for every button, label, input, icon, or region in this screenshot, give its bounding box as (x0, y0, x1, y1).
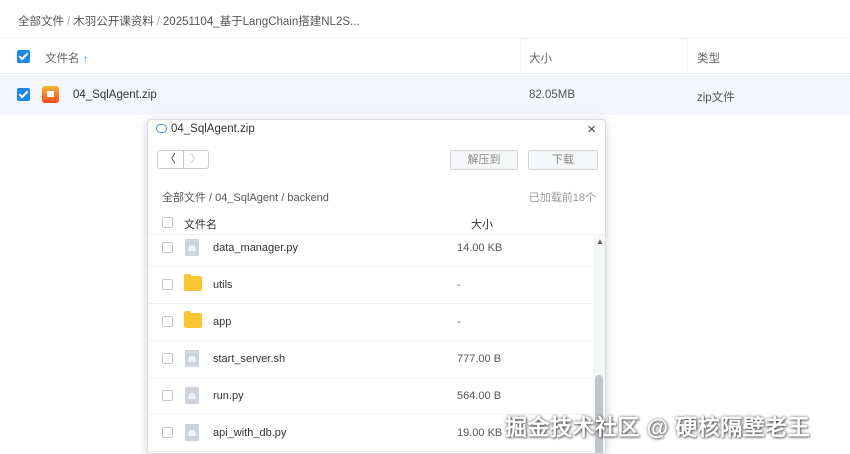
list-item[interactable]: data_manager.py 14.00 KB (148, 230, 593, 267)
item-size: 777.00 B (457, 353, 502, 365)
folder-icon (184, 311, 202, 328)
breadcrumb-item-course-materials[interactable]: 木羽公开课资料 (73, 16, 154, 28)
row-checkbox[interactable] (162, 279, 173, 290)
dialog-select-all-checkbox[interactable] (162, 217, 173, 228)
item-size: - (457, 316, 461, 328)
zip-preview-icon (156, 124, 167, 133)
row-checkbox[interactable] (162, 427, 173, 438)
item-name: api_with_db.py (213, 427, 287, 439)
sort-ascending-icon: ↑ (82, 54, 88, 65)
select-all-checkbox[interactable] (17, 50, 30, 63)
column-divider (520, 38, 521, 74)
column-divider (687, 38, 688, 74)
folder-icon (184, 274, 202, 291)
scroll-up-arrow-icon[interactable]: ▲ (596, 237, 604, 246)
file-icon (185, 387, 199, 404)
forward-button[interactable]: 〉 (182, 151, 209, 168)
list-item[interactable]: utils - (148, 267, 593, 304)
item-name: data_manager.py (213, 242, 299, 254)
navigation-buttons: 〈 〉 (157, 150, 209, 169)
item-name: app (213, 316, 232, 328)
dialog-path-breadcrumb: 全部文件 / 04_SqlAgent / backend (162, 192, 329, 204)
file-name[interactable]: 04_SqlAgent.zip (73, 89, 157, 101)
column-header-name[interactable]: 文件名 ↑ (45, 50, 88, 66)
file-row-checkbox[interactable] (17, 88, 30, 101)
back-button[interactable]: 〈 (158, 151, 183, 168)
list-item[interactable]: start_server.sh 777.00 B (148, 341, 593, 378)
item-name: start_server.sh (213, 353, 286, 365)
zip-preview-dialog: 04_SqlAgent.zip × 〈 〉 解压到 下载 全部文件 / 04_S… (147, 119, 606, 454)
file-icon (185, 424, 199, 441)
row-checkbox[interactable] (162, 316, 173, 327)
breadcrumb-item-all-files[interactable]: 全部文件 (18, 16, 64, 28)
item-name: run.py (213, 390, 244, 402)
dialog-title: 04_SqlAgent.zip (156, 123, 255, 135)
file-list-header (0, 38, 850, 74)
breadcrumb: 全部文件 / 木羽公开课资料/20251104_基于LangChain搭建NL2S.… (18, 16, 360, 28)
file-type: zip文件 (697, 92, 735, 104)
download-button[interactable]: 下载 (528, 150, 598, 170)
watermark: 掘金技术社区 @ 硬核隔壁老王 (505, 415, 811, 440)
row-checkbox[interactable] (162, 242, 173, 253)
file-icon (185, 239, 199, 256)
item-size: 564.00 B (457, 390, 502, 402)
zip-file-icon (42, 86, 59, 103)
close-icon[interactable]: × (587, 121, 596, 139)
breadcrumb-item-current-folder: 20251104_基于LangChain搭建NL2S... (162, 16, 360, 28)
column-header-size[interactable]: 大小 (529, 50, 552, 66)
column-header-type[interactable]: 类型 (697, 50, 720, 66)
item-name: utils (213, 279, 233, 291)
item-size: 14.00 KB (457, 242, 503, 254)
item-size: - (457, 279, 461, 291)
file-icon (185, 350, 199, 367)
row-checkbox[interactable] (162, 390, 173, 401)
loaded-count-label: 已加载前18个 (528, 192, 596, 204)
row-checkbox[interactable] (162, 353, 173, 364)
list-item[interactable]: app - (148, 304, 593, 341)
file-size: 82.05MB (529, 89, 576, 101)
extract-to-button[interactable]: 解压到 (450, 150, 518, 170)
item-size: 19.00 KB (457, 427, 503, 439)
